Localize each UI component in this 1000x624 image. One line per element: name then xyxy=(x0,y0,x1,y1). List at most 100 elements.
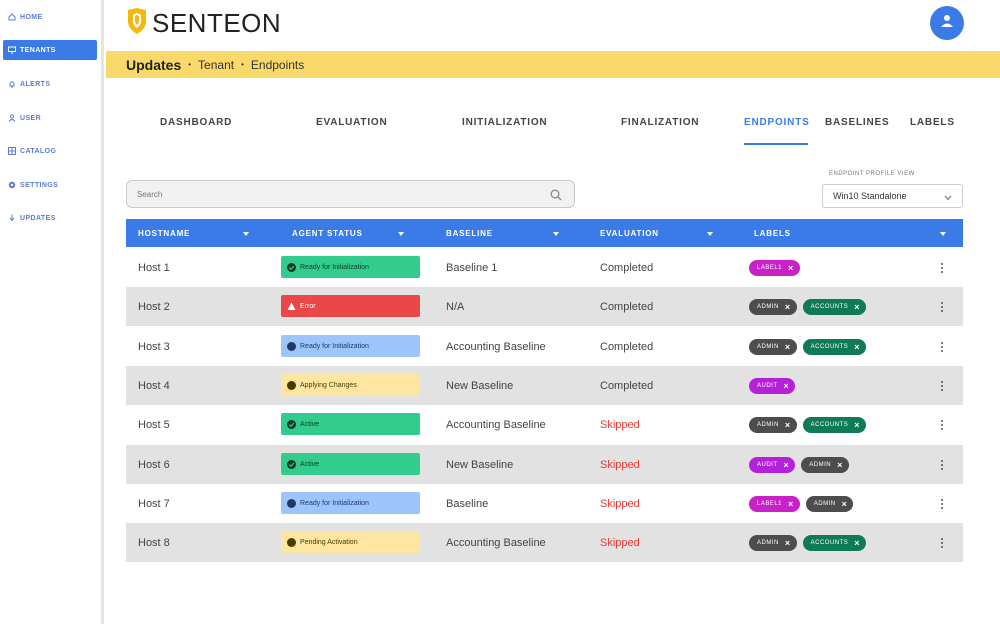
label-chip: ADMIN × xyxy=(801,456,849,473)
label-chip-text: ADMIN xyxy=(757,343,779,350)
close-icon[interactable]: × xyxy=(854,538,860,548)
check-circle-icon xyxy=(287,419,296,429)
label-chip: ADMIN × xyxy=(749,416,797,433)
search-icon[interactable] xyxy=(550,188,562,206)
status-badge: Ready for Initialization xyxy=(281,492,420,514)
search-input[interactable] xyxy=(127,181,527,207)
labels-cell: ADMIN × ACCOUNTS × xyxy=(749,327,872,366)
sidebar-item-settings[interactable]: SETTINGS xyxy=(3,175,97,195)
breadcrumb-item-tenant[interactable]: Tenant xyxy=(198,58,234,72)
evaluation-cell: Completed xyxy=(600,379,654,392)
more-options-icon[interactable] xyxy=(938,445,946,484)
column-header-baseline[interactable]: BASELINE xyxy=(446,219,493,247)
more-options-icon[interactable] xyxy=(938,523,946,562)
sort-caret-icon[interactable] xyxy=(553,230,559,239)
close-icon[interactable]: × xyxy=(788,263,794,273)
tab-initialization[interactable]: INITIALIZATION xyxy=(462,117,547,145)
close-icon[interactable]: × xyxy=(854,420,860,430)
close-icon[interactable]: × xyxy=(854,302,860,312)
table-row[interactable]: Host 4 Applying Changes New Baseline Comple… xyxy=(126,366,963,405)
baseline-cell: New Baseline xyxy=(446,379,514,392)
label-chip: ACCOUNTS × xyxy=(802,298,867,315)
sort-caret-icon[interactable] xyxy=(940,230,946,239)
table-row[interactable]: Host 1 Ready for Initialization Baseline 1… xyxy=(126,248,963,287)
sidebar-item-alerts[interactable]: ALERTS xyxy=(3,74,97,94)
table-row[interactable]: Host 2 Error N/A Completed ADMIN × ACCOUNTS × xyxy=(126,287,963,326)
column-header-hostname[interactable]: HOSTNAME xyxy=(138,219,190,247)
baseline-cell: Accounting Baseline xyxy=(446,536,546,549)
status-badge: Applying Changes xyxy=(281,374,420,396)
label-chip-text: ADMIN xyxy=(757,421,779,428)
close-icon[interactable]: × xyxy=(842,499,848,509)
tab-endpoints[interactable]: ENDPOINTS xyxy=(744,117,809,145)
evaluation-cell: Completed xyxy=(600,261,654,274)
more-options-icon[interactable] xyxy=(938,405,946,444)
breadcrumb-item-endpoints[interactable]: Endpoints xyxy=(251,58,304,72)
tab-labels[interactable]: LABELS xyxy=(910,117,955,145)
status-label: Ready for Initialization xyxy=(300,263,369,271)
close-icon[interactable]: × xyxy=(785,342,791,352)
close-icon[interactable]: × xyxy=(837,460,843,470)
close-icon[interactable]: × xyxy=(784,460,790,470)
more-options-icon[interactable] xyxy=(938,287,946,326)
label-chip-text: AUDIT xyxy=(757,382,778,389)
label-chip: LABEL1 × xyxy=(749,259,800,276)
labels-cell: AUDIT × ADMIN × xyxy=(749,445,855,484)
status-badge: Active xyxy=(281,453,420,475)
tab-dashboard[interactable]: DASHBOARD xyxy=(160,117,232,145)
table-header: HOSTNAME AGENT STATUS BASELINE EVALUATIO… xyxy=(126,219,963,247)
sort-caret-icon[interactable] xyxy=(707,230,713,239)
column-header-evaluation[interactable]: EVALUATION xyxy=(600,219,659,247)
sidebar-item-user[interactable]: USER xyxy=(3,108,97,128)
user-icon xyxy=(940,14,954,33)
hostname-cell: Host 1 xyxy=(138,261,170,274)
sidebar-item-catalog[interactable]: CATALOG xyxy=(3,141,97,161)
catalog-icon xyxy=(8,147,16,155)
more-options-icon[interactable] xyxy=(938,248,946,287)
sidebar-item-updates[interactable]: UPDATES xyxy=(3,208,97,228)
search-box xyxy=(126,180,575,208)
more-options-icon[interactable] xyxy=(938,327,946,366)
sidebar-item-home[interactable]: HOME xyxy=(3,7,97,27)
info-circle-icon xyxy=(287,341,296,351)
close-icon[interactable]: × xyxy=(784,381,790,391)
user-icon xyxy=(8,114,16,122)
labels-cell: LABEL1 × xyxy=(749,248,806,287)
profile-view-select[interactable]: Win10 Standalone xyxy=(822,184,963,208)
info-circle-icon xyxy=(287,498,296,508)
table-row[interactable]: Host 3 Ready for Initialization Accounting… xyxy=(126,327,963,366)
label-chip: AUDIT × xyxy=(749,456,796,473)
more-options-icon[interactable] xyxy=(938,366,946,405)
app-root: HOME TENANTS ALERTS USER CATALOG SETTING… xyxy=(0,0,1000,624)
evaluation-cell: Completed xyxy=(600,300,654,313)
sidebar-item-tenants[interactable]: TENANTS xyxy=(3,40,97,60)
close-icon[interactable]: × xyxy=(785,302,791,312)
close-icon[interactable]: × xyxy=(854,342,860,352)
column-header-labels[interactable]: LABELS xyxy=(754,219,791,247)
tab-finalization[interactable]: FINALIZATION xyxy=(621,117,699,145)
column-header-agent-status[interactable]: AGENT STATUS xyxy=(292,219,363,247)
close-icon[interactable]: × xyxy=(785,538,791,548)
sort-caret-icon[interactable] xyxy=(243,230,249,239)
avatar[interactable] xyxy=(930,6,964,40)
evaluation-cell: Skipped xyxy=(600,458,640,471)
label-chip: ADMIN × xyxy=(749,338,797,355)
sort-caret-icon[interactable] xyxy=(398,230,404,239)
bell-icon xyxy=(8,80,16,88)
brand-logo[interactable]: SENTEON xyxy=(126,7,281,40)
close-icon[interactable]: × xyxy=(785,420,791,430)
tab-evaluation[interactable]: EVALUATION xyxy=(316,117,388,145)
close-icon[interactable]: × xyxy=(788,499,794,509)
label-chip-text: ACCOUNTS xyxy=(810,539,849,546)
home-icon xyxy=(8,13,16,21)
table-row[interactable]: Host 7 Ready for Initialization Baseline Sk… xyxy=(126,484,963,523)
tab-baselines[interactable]: BASELINES xyxy=(825,117,889,145)
label-chip-text: AUDIT xyxy=(757,461,778,468)
table-row[interactable]: Host 6 Active New Baseline Skipped AUDIT × ADM… xyxy=(126,445,963,484)
hostname-cell: Host 7 xyxy=(138,497,170,510)
more-options-icon[interactable] xyxy=(938,484,946,523)
table-row[interactable]: Host 8 Pending Activation Accounting Basel… xyxy=(126,523,963,562)
baseline-cell: Accounting Baseline xyxy=(446,340,546,353)
table-row[interactable]: Host 5 Active Accounting Baseline Skipped AD… xyxy=(126,405,963,444)
labels-cell: ADMIN × ACCOUNTS × xyxy=(749,287,872,326)
